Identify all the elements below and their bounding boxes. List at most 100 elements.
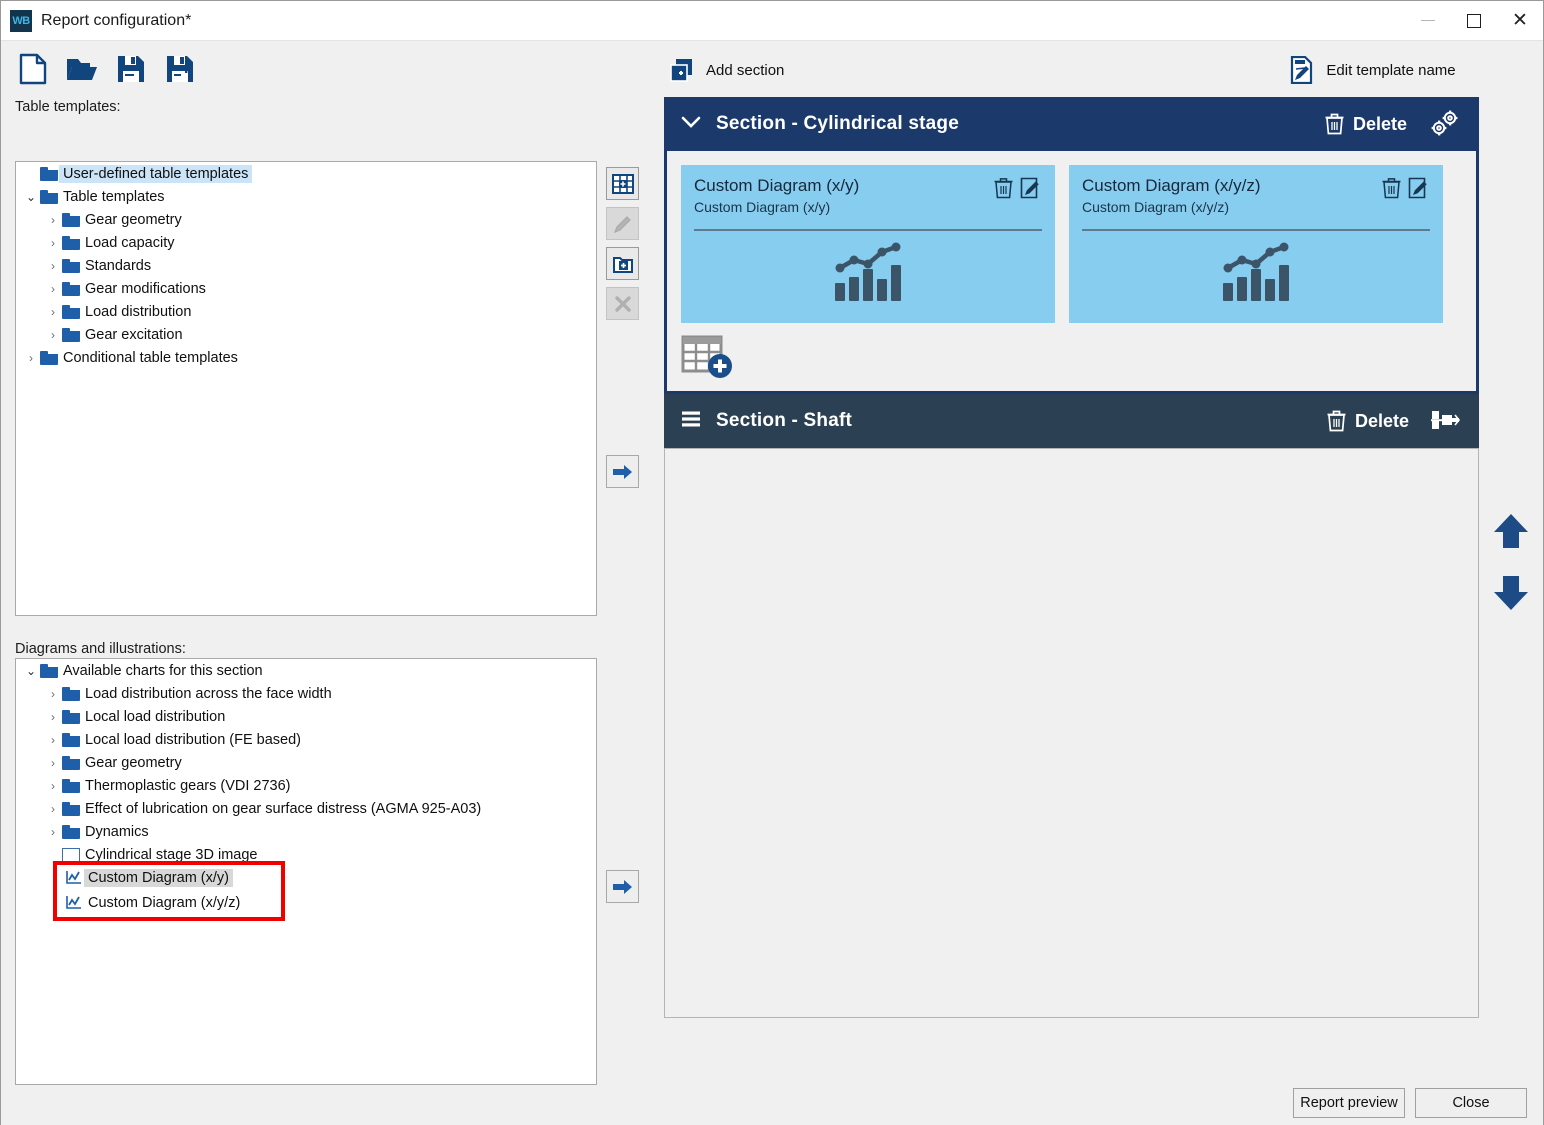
tree-item[interactable]: › Load distribution xyxy=(16,300,596,323)
title-bar: WB Report configuration* ✕ xyxy=(1,1,1543,41)
trash-icon xyxy=(1381,177,1402,199)
folder-icon xyxy=(62,305,80,319)
section-delete-button[interactable]: Delete xyxy=(1327,410,1409,432)
tree-item-label: Effect of lubrication on gear surface di… xyxy=(85,801,481,817)
tree-item[interactable]: ›Gear modifications xyxy=(16,277,596,300)
card-chart-preview xyxy=(694,241,1042,303)
card-delete-button[interactable] xyxy=(993,177,1014,204)
tree-item[interactable]: User-defined table templates xyxy=(16,162,596,185)
section-header[interactable]: Section - Cylindrical stage Delete xyxy=(664,97,1479,151)
bottom-button-bar: Report preview Close xyxy=(1,1081,1543,1125)
tree-item[interactable]: ›Conditional table templates xyxy=(16,346,596,369)
save-button[interactable] xyxy=(113,51,149,87)
edit-template-name-button[interactable]: Edit template name xyxy=(1289,56,1455,84)
section-delete-button[interactable]: Delete xyxy=(1325,113,1407,135)
chevron-right-icon[interactable]: › xyxy=(44,756,62,770)
save-as-button[interactable] xyxy=(162,51,198,87)
card-delete-button[interactable] xyxy=(1381,177,1402,204)
file-toolbar xyxy=(1,41,659,93)
move-down-button[interactable] xyxy=(1489,571,1533,618)
add-section-button[interactable]: Add section xyxy=(669,57,784,83)
gears-icon[interactable] xyxy=(1429,109,1461,139)
add-section-label: Add section xyxy=(706,62,784,79)
card-subtitle: Custom Diagram (x/y/z) xyxy=(1082,199,1261,215)
tree-item[interactable]: ›Dynamics xyxy=(16,820,596,843)
close-button[interactable]: ✕ xyxy=(1497,1,1543,41)
add-table-template-button[interactable] xyxy=(606,167,639,200)
chevron-down-icon[interactable]: ⌄ xyxy=(22,190,40,204)
list-item[interactable]: Custom Diagram (x/y/z) xyxy=(57,890,281,915)
folder-icon xyxy=(62,779,80,793)
transfer-template-button[interactable] xyxy=(606,455,639,488)
chevron-right-icon[interactable]: › xyxy=(44,687,62,701)
chevron-right-icon[interactable]: › xyxy=(44,802,62,816)
tree-item-label: Available charts for this section xyxy=(63,663,263,679)
card-chart-preview xyxy=(1082,241,1430,303)
new-folder-button[interactable] xyxy=(606,247,639,280)
edit-icon xyxy=(1020,177,1043,199)
chevron-right-icon[interactable]: › xyxy=(44,779,62,793)
folder-icon xyxy=(62,733,80,747)
chevron-down-icon[interactable]: ⌄ xyxy=(22,664,40,678)
tree-item[interactable]: ⌄Table templates xyxy=(16,185,596,208)
section-title: Section - Cylindrical stage xyxy=(716,113,959,135)
card-header: Custom Diagram (x/y) Custom Diagram (x/y… xyxy=(694,176,1042,215)
card-edit-button[interactable] xyxy=(1408,177,1431,204)
tree-item[interactable]: ⌄ Available charts for this section xyxy=(16,659,596,682)
chevron-right-icon[interactable]: › xyxy=(44,236,62,250)
diagram-card[interactable]: Custom Diagram (x/y/z) Custom Diagram (x… xyxy=(1069,165,1443,323)
chevron-right-icon[interactable]: › xyxy=(44,282,62,296)
tree-item[interactable]: ›Gear geometry xyxy=(16,751,596,774)
folder-icon xyxy=(40,190,58,204)
tree-item[interactable]: ›Load capacity xyxy=(16,231,596,254)
table-templates-tree[interactable]: User-defined table templates⌄Table templ… xyxy=(15,161,597,616)
move-up-button[interactable] xyxy=(1489,511,1533,558)
diagram-card[interactable]: Custom Diagram (x/y) Custom Diagram (x/y… xyxy=(681,165,1055,323)
tree-item[interactable]: › Effect of lubrication on gear surface d… xyxy=(16,797,596,820)
chevron-right-icon[interactable]: › xyxy=(44,213,62,227)
tree-item[interactable]: ›Local load distribution xyxy=(16,705,596,728)
top-action-bar: Add section Edit template name xyxy=(659,41,1543,91)
chevron-right-icon[interactable]: › xyxy=(44,825,62,839)
new-document-icon xyxy=(18,53,48,85)
chevron-right-icon[interactable]: › xyxy=(44,259,62,273)
report-preview-button[interactable]: Report preview xyxy=(1293,1088,1405,1118)
tree-item[interactable]: ›Standards xyxy=(16,254,596,277)
open-folder-button[interactable] xyxy=(64,51,100,87)
diagrams-label: Diagrams and illustrations: xyxy=(15,641,186,657)
chevron-right-icon[interactable]: › xyxy=(44,710,62,724)
card-divider xyxy=(1082,229,1430,231)
tree-item[interactable]: › Local load distribution (FE based) xyxy=(16,728,596,751)
chevron-right-icon[interactable]: › xyxy=(44,305,62,319)
tree-item[interactable]: ›Gear excitation xyxy=(16,323,596,346)
tree-item[interactable]: ›Load distribution across the face width xyxy=(16,682,596,705)
window-body: Table templates: User-defined table temp… xyxy=(1,41,1543,1125)
bar-line-chart-icon xyxy=(831,241,905,303)
transfer-diagram-button[interactable] xyxy=(606,870,639,903)
close-dialog-button[interactable]: Close xyxy=(1415,1088,1527,1118)
hamburger-icon[interactable] xyxy=(680,410,702,433)
shaft-icon[interactable] xyxy=(1431,409,1461,433)
section-header[interactable]: Section - Shaft Delete xyxy=(664,394,1479,448)
chevron-down-icon[interactable] xyxy=(680,114,702,135)
section-shaft: Section - Shaft Delete xyxy=(664,394,1479,1018)
maximize-button[interactable] xyxy=(1451,1,1497,41)
new-document-button[interactable] xyxy=(15,51,51,87)
folder-icon xyxy=(62,259,80,273)
chevron-right-icon[interactable]: › xyxy=(44,328,62,342)
card-edit-button[interactable] xyxy=(1020,177,1043,204)
card-title: Custom Diagram (x/y/z) xyxy=(1082,176,1261,196)
chevron-right-icon[interactable]: › xyxy=(44,733,62,747)
tree-item-label: Local load distribution (FE based) xyxy=(85,732,301,748)
tree-item[interactable]: ›Gear geometry xyxy=(16,208,596,231)
minimize-button[interactable] xyxy=(1405,1,1451,41)
list-item[interactable]: Custom Diagram (x/y) xyxy=(57,865,281,890)
edit-icon xyxy=(1408,177,1431,199)
save-icon xyxy=(116,53,146,85)
chevron-right-icon[interactable]: › xyxy=(22,351,40,365)
add-table-to-section-button[interactable] xyxy=(681,335,737,381)
folder-icon xyxy=(40,351,58,365)
tree-item[interactable]: ›Thermoplastic gears (VDI 2736) xyxy=(16,774,596,797)
trash-icon xyxy=(993,177,1014,199)
tree-item-label: Load distribution xyxy=(85,304,191,320)
